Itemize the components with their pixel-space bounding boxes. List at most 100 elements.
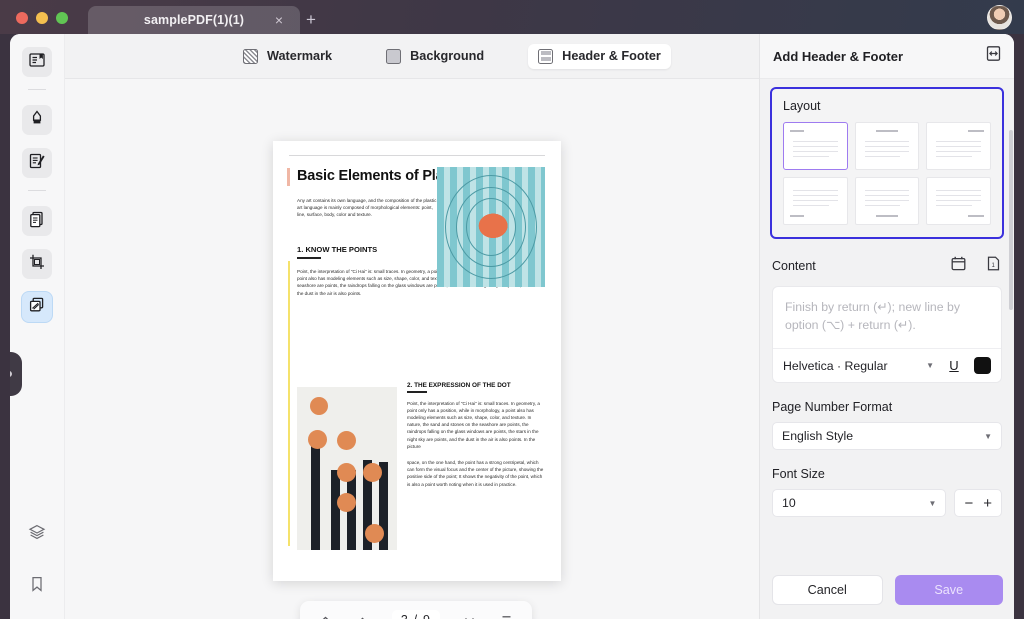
maximize-window-button[interactable] — [56, 12, 68, 24]
thumb-body-line — [936, 156, 972, 158]
total-pages: 9 — [423, 613, 431, 619]
layout-option-header-center[interactable] — [854, 122, 920, 170]
left-sidebar — [10, 34, 65, 619]
layout-section: Layout — [770, 87, 1004, 239]
figure-dot — [308, 430, 327, 449]
figure-dot — [310, 397, 328, 415]
content-insert-icons: 1 — [950, 255, 1002, 277]
doc-figure-dots — [297, 387, 397, 550]
font-select[interactable]: Helvetica · Regular ▼ — [783, 359, 942, 373]
font-size-value: 10 — [782, 496, 796, 510]
sidebar-item-annotate[interactable] — [22, 148, 52, 178]
page-organize-icon — [28, 210, 46, 233]
previous-page-button[interactable] — [355, 613, 370, 619]
sidebar-item-layers[interactable] — [22, 519, 52, 549]
app-body: Watermark Background Header & Footer Bas… — [10, 34, 1014, 619]
sidebar-item-page-organize[interactable] — [22, 206, 52, 236]
crop-icon — [28, 253, 46, 276]
thumb-body-line — [793, 156, 829, 158]
thumb-body-line — [864, 195, 910, 197]
document-canvas[interactable]: Basic Elements of Plane Space Any art co… — [65, 79, 759, 619]
bookmark-icon — [28, 575, 46, 598]
figure-dot — [337, 463, 356, 482]
cancel-button[interactable]: Cancel — [772, 575, 883, 605]
page-number-format-select[interactable]: English Style ▼ — [772, 422, 1002, 450]
sidebar-item-watermark-tool[interactable] — [22, 292, 52, 322]
layout-option-footer-center[interactable] — [854, 177, 920, 225]
content-section: Content 1 Finish by return (↵); new line… — [772, 255, 1002, 383]
pdf-page[interactable]: Basic Elements of Plane Space Any art co… — [273, 141, 561, 581]
sidebar-bottom-group — [22, 497, 52, 619]
doc-lead: Any art contains its own language, and t… — [297, 198, 437, 218]
thumb-body-line — [864, 141, 910, 143]
sidebar-item-crop[interactable] — [22, 249, 52, 279]
sidebar-collapse-handle[interactable] — [10, 352, 22, 396]
header-footer-panel: Add Header & Footer Layout Content 1 Fin… — [759, 34, 1014, 619]
layers-icon — [28, 523, 46, 546]
page-number-format-value: English Style — [782, 429, 854, 443]
first-page-button[interactable] — [318, 613, 333, 619]
thumb-body-line — [793, 146, 838, 148]
font-size-stepper: − + — [954, 489, 1002, 517]
content-textarea[interactable]: Finish by return (↵); new line by option… — [773, 287, 1001, 348]
close-icon[interactable]: × — [272, 13, 286, 27]
layout-option-header-right[interactable] — [926, 122, 991, 170]
layout-option-footer-left[interactable] — [783, 177, 848, 225]
page-indicator[interactable]: 3 / 9 — [391, 610, 441, 619]
save-button[interactable]: Save — [894, 575, 1003, 605]
thumb-body-line — [936, 195, 981, 197]
doc-heading-2: 2. THE EXPRESSION OF THE DOT — [407, 382, 511, 389]
font-size-select[interactable]: 10 ▼ — [772, 489, 947, 517]
new-tab-button[interactable]: + — [306, 11, 316, 28]
next-page-button[interactable] — [462, 613, 477, 619]
page-number-format-section: Page Number Format English Style ▼ — [772, 400, 1002, 450]
layout-option-footer-right[interactable] — [926, 177, 991, 225]
page-number-icon[interactable]: 1 — [985, 255, 1002, 277]
thumb-header-mark — [790, 130, 804, 132]
figure-bar — [331, 470, 340, 550]
thumb-body-line — [864, 205, 901, 207]
thumb-body-line — [793, 195, 838, 197]
thumb-body-line — [936, 146, 981, 148]
thumb-body-line — [793, 205, 829, 207]
text-color-swatch[interactable] — [974, 357, 991, 374]
chevron-down-icon: ▼ — [984, 431, 992, 441]
tab-watermark[interactable]: Watermark — [233, 44, 342, 69]
expand-width-icon[interactable] — [985, 45, 1002, 67]
font-size-label: Font Size — [772, 467, 825, 481]
font-size-increase-button[interactable]: + — [983, 496, 992, 511]
thumb-header-mark — [967, 130, 984, 132]
font-size-decrease-button[interactable]: − — [964, 496, 973, 511]
sidebar-item-highlighter[interactable] — [22, 105, 52, 135]
minimize-window-button[interactable] — [36, 12, 48, 24]
thumb-footer-mark — [790, 215, 804, 217]
thumb-header-mark — [875, 130, 898, 132]
panel-scrollbar[interactable] — [1009, 130, 1013, 310]
editor-toolbar: Watermark Background Header & Footer — [65, 34, 759, 79]
last-page-button[interactable] — [499, 613, 514, 619]
avatar[interactable] — [987, 5, 1012, 30]
underline-button[interactable]: U — [942, 358, 966, 373]
watermark-tool-icon — [28, 296, 46, 319]
figure-dot — [363, 463, 382, 482]
figure-dot — [337, 493, 356, 512]
thumb-footer-mark — [967, 215, 984, 217]
font-select-value: Helvetica · Regular — [783, 358, 888, 373]
layout-label: Layout — [783, 99, 821, 113]
tab-background[interactable]: Background — [376, 44, 494, 69]
sidebar-item-bookmark[interactable] — [22, 571, 52, 601]
page-navigation-bar: 3 / 9 — [300, 601, 532, 619]
reader-view-icon — [28, 51, 46, 74]
thumb-body-line — [864, 151, 910, 153]
sidebar-item-reader-view[interactable] — [22, 47, 52, 77]
document-tab[interactable]: samplePDF(1)(1) × — [88, 6, 300, 34]
chevron-down-icon: ▼ — [928, 498, 937, 508]
sidebar-divider-2 — [28, 190, 46, 191]
close-window-button[interactable] — [16, 12, 28, 24]
tab-header-footer[interactable]: Header & Footer — [528, 43, 671, 69]
layout-option-header-left[interactable] — [783, 122, 848, 170]
calendar-icon[interactable] — [950, 255, 967, 277]
figure-dot — [365, 524, 384, 543]
panel-header: Add Header & Footer — [760, 34, 1014, 79]
thumb-body-line — [936, 141, 981, 143]
